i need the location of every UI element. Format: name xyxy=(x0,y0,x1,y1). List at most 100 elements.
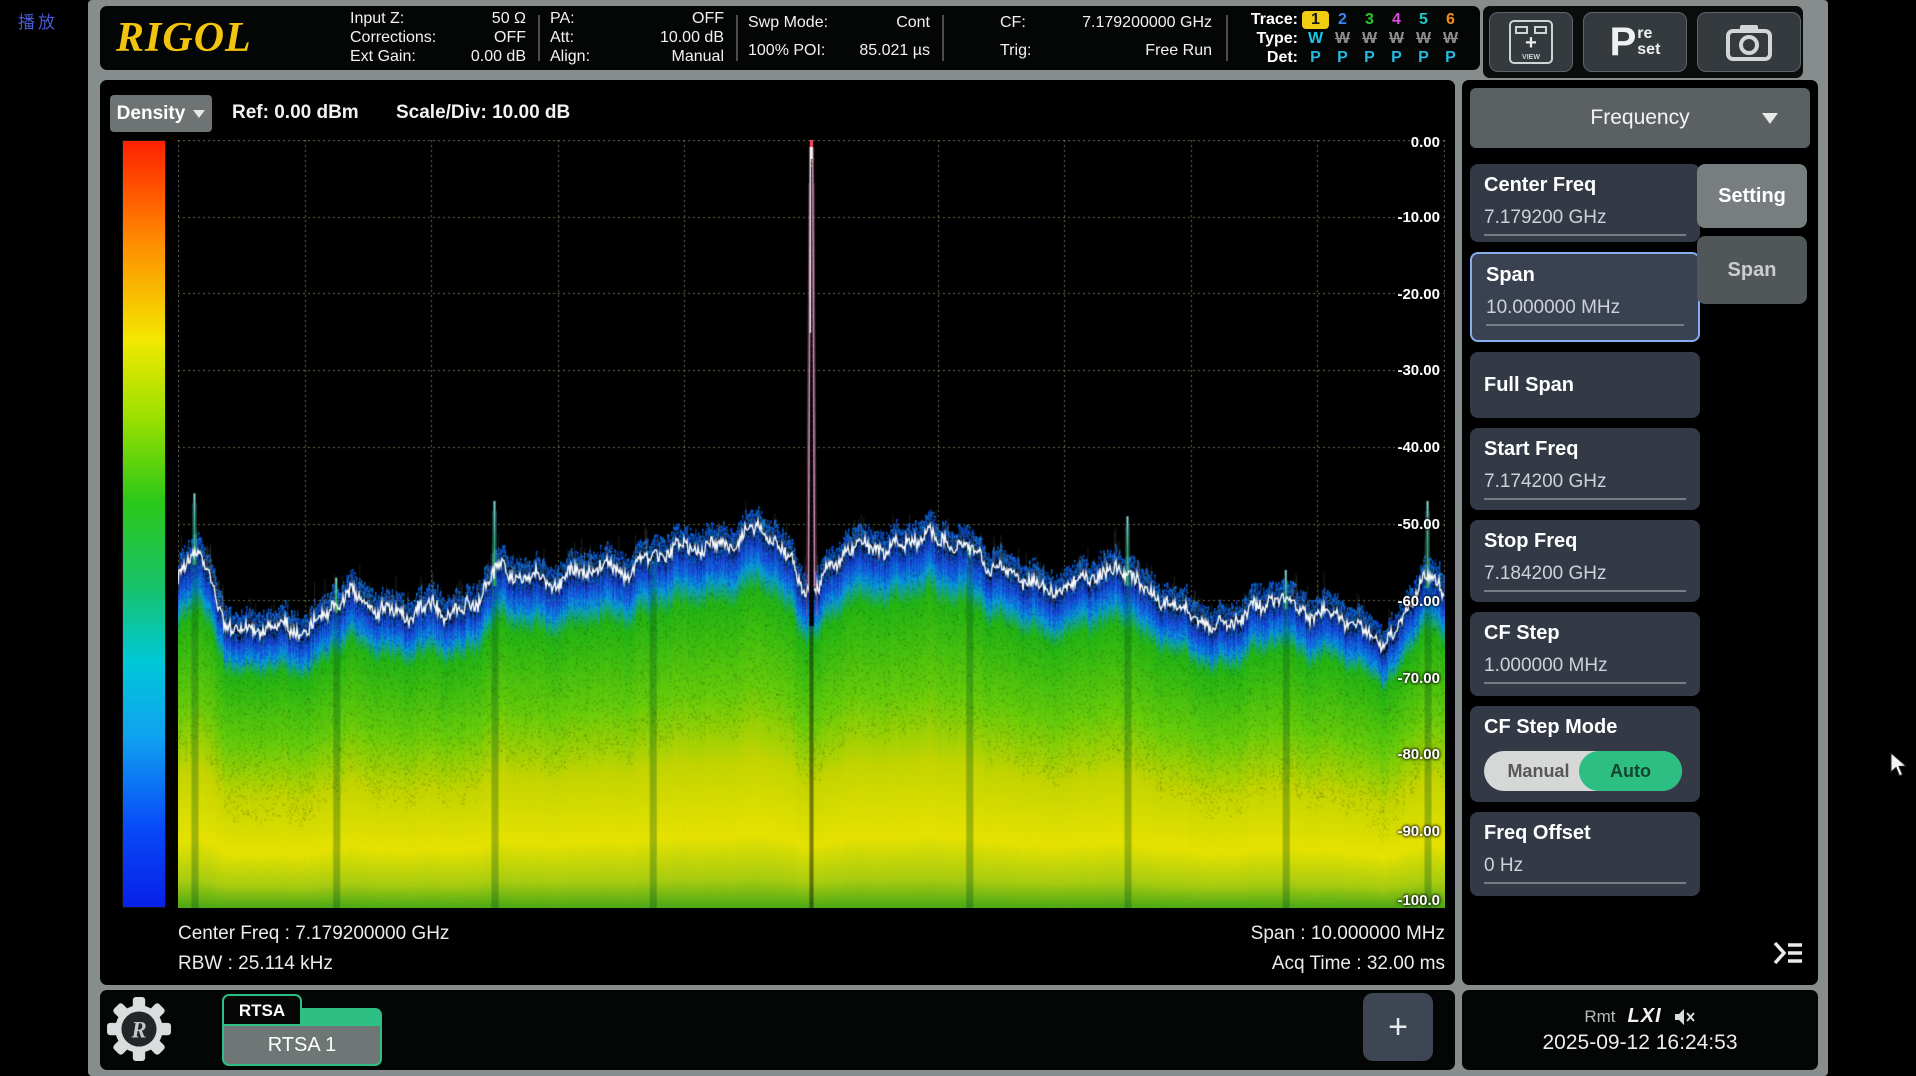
system-gear-button[interactable]: R xyxy=(106,994,172,1069)
scale-div-label: Scale/Div: 10.00 dB xyxy=(396,102,570,124)
multi-view-button[interactable]: + VIEW xyxy=(1489,12,1573,72)
header-separator xyxy=(1226,15,1228,61)
trace-row-label: Trace: xyxy=(1240,11,1298,29)
footer-acq-time: Acq Time : 32.00 ms xyxy=(1045,953,1445,975)
y-axis-label: -20.00 xyxy=(1397,286,1440,303)
menu-item-cf-step-mode[interactable]: CF Step Mode Manual Auto xyxy=(1470,706,1700,802)
tab-span[interactable]: Span xyxy=(1697,236,1807,304)
trace-6-det[interactable]: P xyxy=(1437,49,1464,67)
y-axis-label: -70.00 xyxy=(1397,670,1440,687)
preset-button[interactable]: P reset xyxy=(1583,12,1687,72)
corrections-label: Corrections: xyxy=(350,29,436,47)
y-axis-label: -30.00 xyxy=(1397,362,1440,379)
trace-4-button[interactable]: 4 xyxy=(1383,11,1410,29)
trace-5-det[interactable]: P xyxy=(1410,49,1437,67)
y-axis-label: -40.00 xyxy=(1397,439,1440,456)
status-panel: Rmt LXI 2025-09-12 16:24:53 xyxy=(1462,990,1818,1070)
menu-item-start-freq[interactable]: Start Freq 7.174200 GHz xyxy=(1470,428,1700,510)
y-axis-label: -90.00 xyxy=(1397,823,1440,840)
status-icons-row: Rmt LXI xyxy=(1584,1005,1695,1028)
input-z-label: Input Z: xyxy=(350,10,404,28)
footer-center-freq: Center Freq : 7.179200000 GHz xyxy=(178,923,449,945)
footer-rbw: RBW : 25.114 kHz xyxy=(178,953,333,975)
align-label: Align: xyxy=(550,48,590,66)
menu-item-value: 0 Hz xyxy=(1484,855,1686,884)
y-axis-label: -10.00 xyxy=(1397,209,1440,226)
rtsa-app-tab[interactable]: RTSA RTSA 1 xyxy=(222,994,382,1068)
spectrum-plot-area: 0.00 -10.00 -20.00 -30.00 -40.00 -50.00 … xyxy=(178,140,1445,908)
trace-6-type[interactable]: W xyxy=(1437,30,1464,48)
menu-item-span[interactable]: Span 10.000000 MHz xyxy=(1470,252,1700,342)
cf-label: CF: xyxy=(1000,14,1026,32)
trace-2-det[interactable]: P xyxy=(1329,49,1356,67)
input-z-value: 50 Ω xyxy=(492,10,526,28)
expand-menu-button[interactable] xyxy=(1768,933,1808,973)
trace-det-row: Det: P P P P P P xyxy=(1240,48,1464,67)
header-separator xyxy=(736,15,738,61)
expand-menu-icon xyxy=(1772,939,1804,967)
menu-item-value: 10.000000 MHz xyxy=(1486,297,1684,326)
header-group-input: Input Z:50 Ω Corrections:OFF Ext Gain:0.… xyxy=(350,10,526,66)
menu-item-label: Center Freq xyxy=(1484,174,1686,197)
trig-label: Trig: xyxy=(1000,42,1031,60)
header-group-freq-trig: CF:7.179200000 GHz Trig:Free Run xyxy=(1000,10,1212,66)
tab-label: Setting xyxy=(1718,185,1786,208)
trace-3-button[interactable]: 3 xyxy=(1356,11,1383,29)
camera-icon xyxy=(1726,23,1772,61)
frequency-menu-panel: Frequency Center Freq 7.179200 GHz Span … xyxy=(1462,80,1818,985)
y-axis-label: -50.00 xyxy=(1397,516,1440,533)
trace-2-button[interactable]: 2 xyxy=(1329,11,1356,29)
trace-matrix: Trace: 1 2 3 4 5 6 Type: W W W W W W Det… xyxy=(1240,10,1464,67)
menu-item-label: Span xyxy=(1486,264,1684,287)
menu-title-dropdown[interactable]: Frequency xyxy=(1470,88,1810,148)
poi-label: 100% POI: xyxy=(748,42,825,60)
chevron-down-icon xyxy=(193,110,205,118)
swp-mode-label: Swp Mode: xyxy=(748,14,828,32)
trace-1-type[interactable]: W xyxy=(1302,30,1329,48)
toggle-option-auto[interactable]: Auto xyxy=(1579,751,1682,791)
cf-value: 7.179200000 GHz xyxy=(1082,14,1212,32)
header-group-amplitude: PA:OFF Att:10.00 dB Align:Manual xyxy=(550,10,724,66)
menu-item-freq-offset[interactable]: Freq Offset 0 Hz xyxy=(1470,812,1700,896)
cf-step-mode-toggle[interactable]: Manual Auto xyxy=(1484,751,1682,791)
menu-item-label: Freq Offset xyxy=(1484,822,1686,845)
menu-item-value: 7.174200 GHz xyxy=(1484,471,1686,500)
rigol-logo: RIGOL xyxy=(116,14,252,62)
menu-items-column: Center Freq 7.179200 GHz Span 10.000000 … xyxy=(1470,164,1700,896)
lxi-logo: LXI xyxy=(1628,1005,1662,1028)
menu-item-label: Stop Freq xyxy=(1484,530,1686,553)
toggle-option-manual[interactable]: Manual xyxy=(1484,751,1593,791)
menu-item-full-span[interactable]: Full Span xyxy=(1470,352,1700,418)
menu-item-stop-freq[interactable]: Stop Freq 7.184200 GHz xyxy=(1470,520,1700,602)
menu-item-cf-step[interactable]: CF Step 1.000000 MHz xyxy=(1470,612,1700,696)
corrections-value: OFF xyxy=(494,29,526,47)
menu-item-center-freq[interactable]: Center Freq 7.179200 GHz xyxy=(1470,164,1700,242)
trace-6-button[interactable]: 6 xyxy=(1437,11,1464,29)
menu-item-value: 1.000000 MHz xyxy=(1484,655,1686,684)
det-row-label: Det: xyxy=(1240,49,1298,67)
rtsa-tab-main-label[interactable]: RTSA 1 xyxy=(222,1024,382,1066)
speaker-mute-icon xyxy=(1674,1008,1696,1026)
trace-1-button[interactable]: 1 xyxy=(1302,11,1329,29)
trace-2-type[interactable]: W xyxy=(1329,30,1356,48)
trace-3-type[interactable]: W xyxy=(1356,30,1383,48)
type-row-label: Type: xyxy=(1240,30,1298,48)
y-axis-label: -60.00 xyxy=(1397,593,1440,610)
trace-3-det[interactable]: P xyxy=(1356,49,1383,67)
header-separator xyxy=(942,15,944,61)
add-app-button[interactable]: + xyxy=(1363,993,1433,1061)
header-bar: RIGOL Input Z:50 Ω Corrections:OFF Ext G… xyxy=(100,6,1480,70)
trace-5-button[interactable]: 5 xyxy=(1410,11,1437,29)
screenshot-button[interactable] xyxy=(1697,12,1801,72)
remote-status-label: Rmt xyxy=(1584,1007,1615,1027)
rigol-gear-icon: R xyxy=(106,994,172,1064)
tab-setting[interactable]: Setting xyxy=(1697,164,1807,228)
trace-5-type[interactable]: W xyxy=(1410,30,1437,48)
trace-4-type[interactable]: W xyxy=(1383,30,1410,48)
menu-item-label: CF Step xyxy=(1484,622,1686,645)
trace-1-det[interactable]: P xyxy=(1302,49,1329,67)
display-mode-dropdown[interactable]: Density xyxy=(110,95,212,132)
tab-label: Span xyxy=(1728,259,1777,282)
menu-item-label: CF Step Mode xyxy=(1484,716,1686,739)
trace-4-det[interactable]: P xyxy=(1383,49,1410,67)
